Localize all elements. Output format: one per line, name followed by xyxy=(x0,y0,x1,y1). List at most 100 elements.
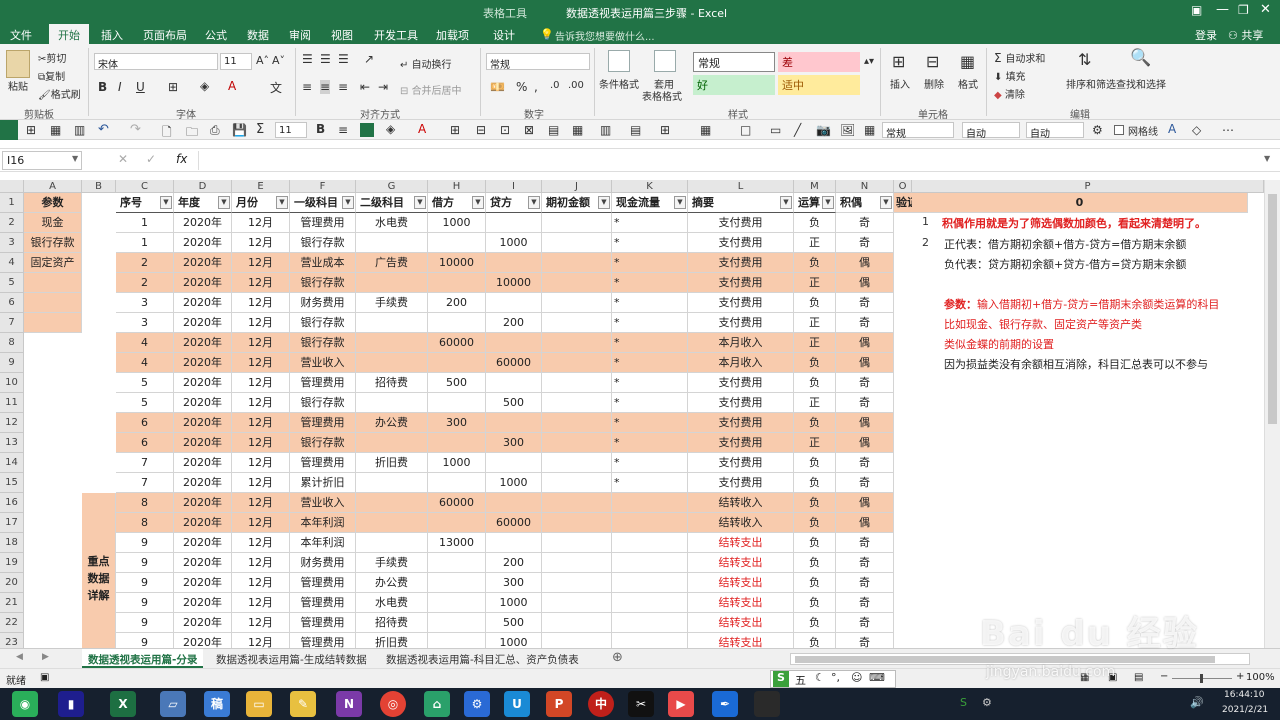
table-cell[interactable]: 银行存款 xyxy=(290,233,356,253)
autosum-button[interactable]: Σ 自动求和 xyxy=(994,50,1045,65)
table-cell[interactable]: 2020年 xyxy=(174,493,232,513)
filter-dropdown-icon[interactable]: ▼ xyxy=(598,196,610,209)
table-cell[interactable]: 结转支出 xyxy=(688,633,794,648)
table-cell[interactable]: 9 xyxy=(116,633,174,648)
table-cell[interactable]: 2020年 xyxy=(174,593,232,613)
table-cell[interactable] xyxy=(356,273,428,293)
table-header-cell[interactable]: 二级科目 ▼ xyxy=(356,193,428,213)
u-app-icon[interactable]: U xyxy=(504,691,530,717)
table-cell[interactable]: 管理费用 xyxy=(290,373,356,393)
capcut-icon[interactable]: ✂ xyxy=(628,691,654,717)
table-cell[interactable] xyxy=(542,373,612,393)
qat-font-size[interactable]: 11 xyxy=(275,122,307,138)
table-cell[interactable]: 水电费 xyxy=(356,213,428,233)
param-cell[interactable]: 固定资产 xyxy=(24,253,82,273)
style-normal[interactable]: 常规 xyxy=(693,52,775,72)
table-cell[interactable]: 5 xyxy=(116,373,174,393)
fill-button[interactable]: ⬇ 填充 xyxy=(994,68,1026,83)
table-header-cell[interactable]: 运算 ▼ xyxy=(794,193,836,213)
table-cell[interactable]: 2020年 xyxy=(174,373,232,393)
table-cell[interactable] xyxy=(542,493,612,513)
table-cell[interactable]: 负 xyxy=(794,353,836,373)
delete-cells-icon[interactable]: ⊟ xyxy=(926,52,939,71)
table-cell[interactable]: 500 xyxy=(486,613,542,633)
table-cell[interactable] xyxy=(542,413,612,433)
sheet-tab-carryover[interactable]: 数据透视表运用篇-生成结转数据 xyxy=(210,649,373,668)
table-cell[interactable]: 财务费用 xyxy=(290,553,356,573)
worksheet-grid[interactable]: ABCDEFGHIJKLMNOPQ12345678910111213141516… xyxy=(0,180,1264,648)
qat-pivot-icon[interactable]: ⊞ xyxy=(660,123,670,137)
table-cell[interactable] xyxy=(486,493,542,513)
table-cell[interactable]: 奇 xyxy=(836,593,894,613)
row-header[interactable]: 17 xyxy=(0,513,24,533)
italic-icon[interactable]: I xyxy=(118,80,122,94)
sort-filter-icon[interactable]: ⇅ xyxy=(1078,50,1091,69)
table-cell[interactable]: 奇 xyxy=(836,313,894,333)
table-cell[interactable]: 支付费用 xyxy=(688,273,794,293)
select-all-corner[interactable] xyxy=(0,180,24,193)
table-cell[interactable]: 负 xyxy=(794,553,836,573)
indent-increase-icon[interactable]: ⇥ xyxy=(378,80,388,94)
orientation-icon[interactable]: ↗ xyxy=(364,52,374,66)
powerpoint-icon[interactable]: P xyxy=(546,691,572,717)
table-cell[interactable]: 2020年 xyxy=(174,293,232,313)
notes-app-icon[interactable]: 稿 xyxy=(204,691,230,717)
table-header-cell[interactable]: 贷方 ▼ xyxy=(486,193,542,213)
table-cell[interactable] xyxy=(542,313,612,333)
table-cell[interactable] xyxy=(542,593,612,613)
conditional-format-button[interactable]: 条件格式 xyxy=(599,76,639,91)
filter-dropdown-icon[interactable]: ▼ xyxy=(472,196,484,209)
column-header[interactable]: I xyxy=(486,180,542,193)
table-cell[interactable]: 负 xyxy=(794,213,836,233)
row-header[interactable]: 23 xyxy=(0,633,24,648)
qat-fill-icon[interactable] xyxy=(360,123,374,137)
increase-decimal-icon[interactable]: .0 xyxy=(550,80,560,91)
qat-filter-icon[interactable]: ▤ xyxy=(548,123,559,137)
table-cell[interactable]: 12月 xyxy=(232,313,290,333)
table-cell[interactable] xyxy=(356,353,428,373)
ime-keyboard-icon[interactable]: ⌨ xyxy=(869,671,885,684)
table-cell[interactable] xyxy=(428,593,486,613)
chrome-icon[interactable]: ◎ xyxy=(380,691,406,717)
table-cell[interactable]: 2020年 xyxy=(174,213,232,233)
table-cell[interactable]: 12月 xyxy=(232,553,290,573)
table-cell[interactable]: 银行存款 xyxy=(290,393,356,413)
table-cell[interactable]: 奇 xyxy=(836,453,894,473)
wrap-text-button[interactable]: ↵ 自动换行 xyxy=(400,56,452,71)
table-header-cell[interactable]: 期初金额 ▼ xyxy=(542,193,612,213)
table-cell[interactable] xyxy=(486,253,542,273)
excel-taskbar-icon[interactable]: X xyxy=(110,691,136,717)
table-cell[interactable]: 2020年 xyxy=(174,313,232,333)
table-cell[interactable]: 管理费用 xyxy=(290,453,356,473)
table-cell[interactable] xyxy=(356,433,428,453)
cancel-icon[interactable]: ✕ xyxy=(118,152,128,166)
row-header[interactable]: 6 xyxy=(0,293,24,313)
table-cell[interactable]: 12月 xyxy=(232,573,290,593)
filter-dropdown-icon[interactable]: ▼ xyxy=(160,196,172,209)
row-header[interactable]: 7 xyxy=(0,313,24,333)
folder-icon[interactable]: ▭ xyxy=(246,691,272,717)
table-cell[interactable]: 偶 xyxy=(836,333,894,353)
table-cell[interactable]: 奇 xyxy=(836,233,894,253)
column-header[interactable]: P xyxy=(912,180,1264,193)
table-cell[interactable]: 本月收入 xyxy=(688,353,794,373)
table-cell[interactable]: 12月 xyxy=(232,593,290,613)
table-cell[interactable] xyxy=(542,293,612,313)
table-cell[interactable]: 12月 xyxy=(232,613,290,633)
table-cell[interactable]: 负 xyxy=(794,633,836,648)
table-cell[interactable]: 12月 xyxy=(232,533,290,553)
table-cell[interactable]: 2020年 xyxy=(174,633,232,648)
row-header[interactable]: 11 xyxy=(0,393,24,413)
zoom-in-icon[interactable]: + xyxy=(1236,671,1244,682)
table-cell[interactable] xyxy=(542,433,612,453)
table-cell[interactable]: * xyxy=(612,273,688,293)
tab-view[interactable]: 视图 xyxy=(331,27,353,43)
table-cell[interactable]: 奇 xyxy=(836,373,894,393)
table-cell[interactable]: 管理费用 xyxy=(290,573,356,593)
table-cell[interactable]: * xyxy=(612,413,688,433)
qat-textbox-icon[interactable]: ▭ xyxy=(770,123,781,137)
table-cell[interactable] xyxy=(428,233,486,253)
table-cell[interactable]: 偶 xyxy=(836,253,894,273)
bank-app-icon[interactable]: 中 xyxy=(588,691,614,717)
qat-merge-icon[interactable]: ⊡ xyxy=(500,123,510,137)
